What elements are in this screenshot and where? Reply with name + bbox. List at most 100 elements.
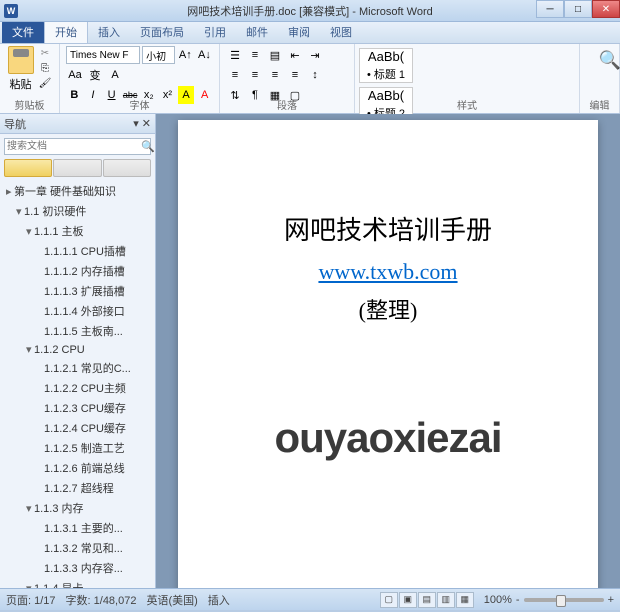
nav-header: 导航 ▾ ✕	[0, 114, 155, 134]
phonetic-button[interactable]: 变	[86, 66, 104, 84]
outline-item[interactable]: 1.1.3.2 常见和...	[2, 538, 153, 558]
clipboard-label: 剪贴板	[0, 97, 59, 112]
tab-review[interactable]: 审阅	[278, 21, 320, 43]
styles-group: AaBb( • 标题 1 AaBb( • 标题 2 AaBbCc • 标题 3 …	[355, 44, 580, 113]
justify-button[interactable]: ≡	[286, 66, 304, 84]
outline-item[interactable]: 1.1.2.5 制造工艺	[2, 438, 153, 458]
tab-mailings[interactable]: 邮件	[236, 21, 278, 43]
nav-tab-pages[interactable]	[53, 159, 101, 177]
outline-item[interactable]: 1.1.2.2 CPU主频	[2, 378, 153, 398]
tab-view[interactable]: 视图	[320, 21, 362, 43]
status-mode[interactable]: 插入	[208, 592, 230, 608]
status-bar: 页面: 1/17 字数: 1/48,072 英语(美国) 插入 ▢ ▣ ▤ ▥ …	[0, 588, 620, 610]
outline-item[interactable]: 1.1.2.6 前端总线	[2, 458, 153, 478]
font-group: Times New F 小初 A↑ A↓ Aa 变 A B I U abc x₂…	[60, 44, 220, 113]
styles-label: 样式	[355, 97, 579, 112]
outline-item[interactable]: ▾1.1 初识硬件	[2, 201, 153, 221]
paste-button[interactable]: 粘贴	[6, 46, 35, 92]
align-right-button[interactable]: ≡	[266, 66, 284, 84]
outline-item[interactable]: 1.1.1.5 主板南...	[2, 321, 153, 341]
nav-tab-results[interactable]	[103, 159, 151, 177]
close-button[interactable]: ✕	[592, 0, 620, 18]
line-spacing-button[interactable]: ↕	[306, 66, 324, 84]
ribbon: 粘贴 ✂ ⎘ 🖌 剪贴板 Times New F 小初 A↑ A↓ Aa 变 A…	[0, 44, 620, 114]
find-button[interactable]: 🔍	[586, 46, 620, 71]
multilevel-button[interactable]: ▤	[266, 46, 284, 64]
copy-button[interactable]: ⎘	[37, 61, 53, 75]
outline-item[interactable]: 1.1.2.7 超线程	[2, 478, 153, 498]
bullets-button[interactable]: ☰	[226, 46, 244, 64]
editing-group: 🔍 编辑	[580, 44, 620, 113]
tab-layout[interactable]: 页面布局	[130, 21, 194, 43]
outline-item[interactable]: 1.1.2.1 常见的C...	[2, 358, 153, 378]
cut-button[interactable]: ✂	[37, 46, 53, 60]
zoom-slider[interactable]	[524, 598, 604, 602]
paragraph-group: ☰ ≡ ▤ ⇤ ⇥ ≡ ≡ ≡ ≡ ↕ ⇅ ¶ ▦ ▢ 段落	[220, 44, 355, 113]
outline-item[interactable]: 1.1.1.3 扩展插槽	[2, 281, 153, 301]
zoom-controls: 100% - +	[484, 594, 614, 606]
outline-item[interactable]: 1.1.2.4 CPU缓存	[2, 418, 153, 438]
print-layout-view[interactable]: ▢	[380, 592, 398, 608]
increase-indent-button[interactable]: ⇥	[306, 46, 324, 64]
status-page[interactable]: 页面: 1/17	[6, 592, 56, 608]
zoom-out-button[interactable]: -	[516, 594, 520, 606]
align-center-button[interactable]: ≡	[246, 66, 264, 84]
change-case-button[interactable]: Aa	[66, 66, 84, 84]
outline-tree[interactable]: ▸第一章 硬件基础知识▾1.1 初识硬件▾1.1.1 主板1.1.1.1 CPU…	[0, 177, 155, 588]
outline-item[interactable]: 1.1.1.4 外部接口	[2, 301, 153, 321]
search-input[interactable]	[5, 139, 141, 154]
web-view[interactable]: ▤	[418, 592, 436, 608]
tab-file[interactable]: 文件	[2, 21, 44, 43]
word-app-icon: W	[4, 4, 18, 18]
outline-view[interactable]: ▥	[437, 592, 455, 608]
zoom-level[interactable]: 100%	[484, 594, 512, 606]
status-words[interactable]: 字数: 1/48,072	[66, 592, 137, 608]
clipboard-group: 粘贴 ✂ ⎘ 🖌 剪贴板	[0, 44, 60, 113]
tab-home[interactable]: 开始	[44, 20, 88, 43]
outline-item[interactable]: ▾1.1.3 内存	[2, 498, 153, 518]
title-bar: W 网吧技术培训手册.doc [兼容模式] - Microsoft Word ─…	[0, 0, 620, 22]
grow-font-button[interactable]: A↑	[177, 46, 194, 64]
document-area[interactable]: 网吧技术培训手册 www.txwb.com (整理) 天下网吧 ouyaoxie…	[156, 114, 620, 588]
outline-item[interactable]: ▸第一章 硬件基础知识	[2, 181, 153, 201]
outline-item[interactable]: ▾1.1.2 CPU	[2, 341, 153, 358]
search-icon[interactable]: 🔍	[141, 139, 155, 154]
view-buttons: ▢ ▣ ▤ ▥ ▦	[380, 592, 474, 608]
font-size-select[interactable]: 小初	[142, 46, 175, 64]
nav-title: 导航	[4, 116, 26, 132]
font-label: 字体	[60, 97, 219, 112]
window-title: 网吧技术培训手册.doc [兼容模式] - Microsoft Word	[187, 3, 433, 19]
nav-close-icon[interactable]: ▾ ✕	[133, 117, 151, 130]
outline-item[interactable]: 1.1.1.2 内存插槽	[2, 261, 153, 281]
document-link[interactable]: www.txwb.com	[318, 259, 457, 284]
outline-item[interactable]: 1.1.3.1 主要的...	[2, 518, 153, 538]
outline-item[interactable]: 1.1.1.1 CPU插槽	[2, 241, 153, 261]
fullscreen-view[interactable]: ▣	[399, 592, 417, 608]
maximize-button[interactable]: □	[564, 0, 592, 18]
workspace: 导航 ▾ ✕ 🔍 ▸第一章 硬件基础知识▾1.1 初识硬件▾1.1.1 主板1.…	[0, 114, 620, 588]
align-left-button[interactable]: ≡	[226, 66, 244, 84]
page: 网吧技术培训手册 www.txwb.com (整理) 天下网吧	[178, 120, 598, 588]
shrink-font-button[interactable]: A↓	[196, 46, 213, 64]
outline-item[interactable]: 1.1.2.3 CPU缓存	[2, 398, 153, 418]
numbering-button[interactable]: ≡	[246, 46, 264, 64]
nav-search[interactable]: 🔍	[4, 138, 151, 155]
tab-references[interactable]: 引用	[194, 21, 236, 43]
outline-item[interactable]: ▾1.1.4 显卡	[2, 578, 153, 588]
tab-insert[interactable]: 插入	[88, 21, 130, 43]
outline-item[interactable]: ▾1.1.1 主板	[2, 221, 153, 241]
font-name-select[interactable]: Times New F	[66, 46, 140, 64]
nav-view-tabs	[4, 159, 151, 177]
find-icon: 🔍	[599, 50, 620, 71]
draft-view[interactable]: ▦	[456, 592, 474, 608]
nav-tab-headings[interactable]	[4, 159, 52, 177]
outline-item[interactable]: 1.1.3.3 内存容...	[2, 558, 153, 578]
decrease-indent-button[interactable]: ⇤	[286, 46, 304, 64]
zoom-in-button[interactable]: +	[608, 594, 614, 606]
page-content[interactable]: 网吧技术培训手册 www.txwb.com (整理)	[178, 120, 598, 415]
clear-format-button[interactable]: A	[106, 66, 124, 84]
format-painter-button[interactable]: 🖌	[37, 76, 53, 90]
minimize-button[interactable]: ─	[536, 0, 564, 18]
style-heading1[interactable]: AaBb( • 标题 1	[359, 48, 413, 83]
status-language[interactable]: 英语(美国)	[146, 592, 197, 608]
